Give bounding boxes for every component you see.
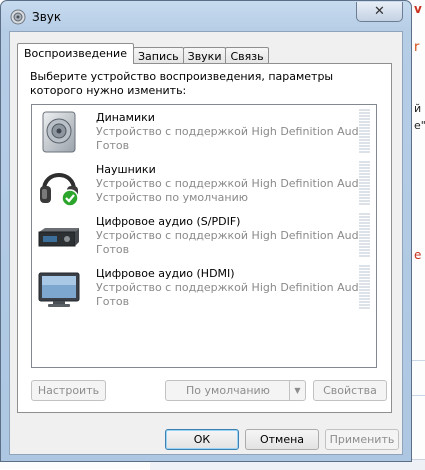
tab-playback[interactable]: Воспроизведение: [17, 43, 134, 64]
set-default-label: По умолчанию: [186, 384, 270, 397]
level-meter: [359, 213, 370, 257]
divider: [412, 395, 425, 396]
device-description: Устройство с поддержкой High Definition …: [96, 177, 369, 190]
tab-communications[interactable]: Связь: [225, 47, 269, 64]
level-meter: [359, 265, 370, 309]
playback-panel: Выберите устройство воспроизведения, пар…: [17, 63, 392, 413]
tab-strip: Воспроизведение Запись Звуки Связь: [17, 43, 269, 64]
background-text: й е": [414, 102, 425, 132]
device-status: Готов: [96, 295, 130, 308]
level-meter: [359, 109, 370, 153]
background-text: е: [414, 248, 422, 262]
device-name: Динамики: [96, 111, 155, 124]
title-bar[interactable]: Звук ✕: [1, 1, 411, 31]
set-default-button[interactable]: По умолчанию ▼: [165, 380, 306, 401]
close-button[interactable]: ✕: [356, 2, 403, 22]
tab-recording[interactable]: Запись: [132, 47, 184, 64]
configure-button[interactable]: Настроить: [31, 380, 106, 401]
dialog-content: Воспроизведение Запись Звуки Связь Выбер…: [9, 31, 403, 455]
device-description: Устройство с поддержкой High Definition …: [96, 125, 369, 138]
list-item[interactable]: Наушники Устройство с поддержкой High De…: [32, 158, 376, 210]
divider: [412, 360, 425, 361]
instruction-text: Выберите устройство воспроизведения, пар…: [30, 70, 334, 97]
device-description: Устройство с поддержкой High Definition …: [96, 229, 369, 242]
device-name: Наушники: [96, 163, 156, 176]
apply-button[interactable]: Применить: [325, 429, 399, 450]
headphones-icon: [37, 162, 81, 207]
device-status: Готов: [96, 139, 130, 152]
spdif-receiver-icon: [37, 214, 81, 258]
sound-dialog: Звук ✕ Воспроизведение Запись Звуки Связ…: [0, 0, 412, 462]
cancel-button[interactable]: Отмена: [245, 429, 319, 450]
speaker-icon: [37, 110, 81, 154]
window-title: Звук: [32, 10, 62, 24]
device-status: Готов: [96, 243, 130, 256]
hdmi-monitor-icon: [37, 266, 81, 310]
device-status: Устройство по умолчанию: [96, 191, 249, 204]
level-meter: [359, 161, 370, 205]
list-item[interactable]: Цифровое аудио (HDMI) Устройство с подде…: [32, 262, 376, 314]
background-text: r: [414, 40, 420, 55]
device-name: Цифровое аудио (HDMI): [96, 267, 235, 280]
device-description: Устройство с поддержкой High Definition …: [96, 281, 369, 294]
list-item[interactable]: Цифровое аудио (S/PDIF) Устройство с под…: [32, 210, 376, 262]
background-text: v: [414, 2, 422, 16]
dropdown-arrow-icon[interactable]: ▼: [289, 381, 305, 400]
close-icon: ✕: [374, 4, 385, 19]
device-name: Цифровое аудио (S/PDIF): [96, 215, 241, 228]
device-list[interactable]: Динамики Устройство с поддержкой High De…: [31, 104, 377, 368]
speaker-title-icon: [10, 9, 26, 25]
tab-sounds[interactable]: Звуки: [182, 47, 227, 64]
list-item[interactable]: Динамики Устройство с поддержкой High De…: [32, 106, 376, 158]
ok-button[interactable]: ОК: [165, 429, 239, 450]
properties-button[interactable]: Свойства: [313, 380, 387, 401]
